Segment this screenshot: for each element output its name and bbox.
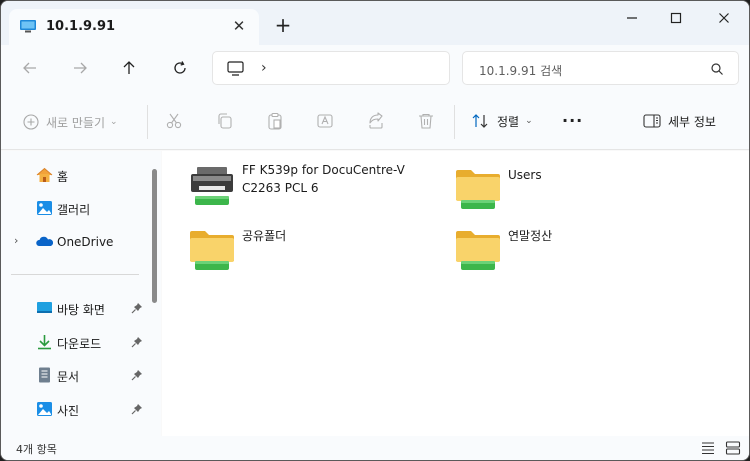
details-pane-icon (643, 114, 661, 128)
onedrive-icon (36, 236, 53, 246)
sidebar-item-label: 갤러리 (57, 203, 91, 217)
up-button[interactable] (118, 57, 140, 79)
details-pane-label: 세부 정보 (668, 114, 716, 129)
sidebar-item-pictures[interactable]: 사진 (1, 397, 151, 421)
details-view-icon[interactable] (700, 440, 716, 456)
tab-close-button[interactable]: ✕ (229, 16, 249, 36)
item-count: 4개 항목 (16, 443, 57, 456)
file-name: 공유폴더 (242, 229, 287, 243)
sort-icon (472, 114, 488, 128)
copy-icon[interactable] (216, 112, 234, 130)
folder-icon (456, 170, 500, 209)
arrow-right-icon (74, 62, 87, 74)
pin-icon[interactable] (131, 369, 143, 381)
pin-icon[interactable] (131, 403, 143, 415)
arrow-up-icon (123, 61, 135, 74)
sidebar-divider (11, 274, 139, 275)
folder-icon (456, 231, 500, 270)
cut-icon[interactable] (165, 112, 183, 130)
sidebar-item-label: OneDrive (57, 235, 114, 249)
details-pane-button[interactable]: 세부 정보 (643, 112, 716, 130)
divider (454, 105, 455, 139)
pin-icon[interactable] (131, 336, 143, 348)
navigation-pane: 홈 갤러리 › OneDrive 바탕 화면 다운로드 문서 사진 (1, 151, 161, 436)
expand-chevron-icon[interactable]: › (14, 234, 18, 247)
sidebar-item-label: 바탕 화면 (57, 303, 105, 317)
refresh-button[interactable] (169, 57, 191, 79)
computer-icon (20, 20, 36, 33)
delete-icon[interactable] (417, 112, 435, 130)
divider (147, 105, 148, 139)
desktop-icon (37, 302, 52, 313)
back-button[interactable] (19, 57, 41, 79)
address-bar[interactable]: › (212, 51, 450, 85)
sidebar-item-home[interactable]: 홈 (1, 163, 151, 187)
home-icon (36, 167, 53, 182)
maximize-icon (670, 12, 682, 24)
sidebar-item-label: 문서 (57, 370, 80, 384)
search-icon (711, 63, 723, 75)
close-icon (719, 13, 729, 23)
gallery-icon (37, 201, 52, 215)
sort-button[interactable]: 정렬 ⌄ (471, 112, 533, 130)
refresh-icon (174, 61, 186, 74)
search-placeholder[interactable]: 10.1.9.91 검색 (479, 62, 562, 79)
sidebar-item-desktop[interactable]: 바탕 화면 (1, 296, 151, 320)
sidebar-item-documents[interactable]: 문서 (1, 363, 151, 387)
sidebar-item-label: 다운로드 (57, 337, 102, 351)
status-bar: 4개 항목 (1, 436, 749, 460)
paste-icon[interactable] (266, 112, 284, 130)
computer-icon (227, 61, 244, 76)
tiles-view-icon[interactable] (725, 440, 741, 456)
file-name: 연말정산 (508, 229, 553, 243)
file-explorer-window: 10.1.9.91 ✕ + › 10.1.9.91 검색 새로 만들기 ⌄ 정렬… (0, 0, 750, 461)
breadcrumb-chevron-icon[interactable]: › (261, 60, 267, 76)
close-window-button[interactable] (713, 9, 735, 27)
minimize-button[interactable] (621, 9, 643, 27)
scrollbar-thumb[interactable] (152, 169, 157, 303)
navigation-bar: › 10.1.9.91 검색 (1, 45, 749, 93)
printer-icon (191, 167, 233, 205)
search-box[interactable]: 10.1.9.91 검색 (462, 51, 739, 85)
sidebar-item-onedrive[interactable]: › OneDrive (1, 230, 151, 254)
file-name: FF K539p for DocuCentre-V C2263 PCL 6 (242, 163, 405, 195)
file-item-folder[interactable]: Users (455, 166, 685, 216)
file-item-folder[interactable]: 공유폴더 (189, 227, 419, 277)
documents-icon (39, 367, 50, 383)
title-bar: 10.1.9.91 ✕ + (1, 1, 749, 45)
maximize-button[interactable] (665, 9, 687, 27)
plus-circle-icon (23, 114, 39, 130)
share-icon[interactable] (367, 112, 385, 130)
download-icon (38, 335, 51, 350)
more-options-button[interactable]: ··· (562, 111, 583, 130)
new-button[interactable]: 새로 만들기 ⌄ (23, 113, 118, 131)
file-name: Users (508, 168, 542, 182)
pin-icon[interactable] (131, 302, 143, 314)
sort-button-label: 정렬 (497, 114, 520, 129)
sidebar-scrollbar[interactable] (149, 151, 161, 436)
forward-button[interactable] (69, 57, 91, 79)
sidebar-item-label: 홈 (57, 170, 69, 184)
minimize-icon (627, 17, 637, 19)
sidebar-item-downloads[interactable]: 다운로드 (1, 330, 151, 354)
new-tab-button[interactable]: + (273, 15, 293, 35)
arrow-left-icon (23, 62, 36, 74)
tab-active[interactable]: 10.1.9.91 ✕ (9, 9, 259, 45)
sidebar-item-label: 사진 (57, 404, 80, 418)
tab-title: 10.1.9.91 (46, 19, 116, 34)
chevron-down-icon: ⌄ (110, 117, 118, 127)
pictures-icon (37, 402, 52, 416)
folder-icon (190, 231, 234, 270)
command-bar: 새로 만들기 ⌄ 정렬 ⌄ ··· 세부 정보 (1, 93, 749, 150)
rename-icon[interactable] (316, 112, 334, 130)
sidebar-item-gallery[interactable]: 갤러리 (1, 196, 151, 220)
file-item-printer[interactable]: FF K539p for DocuCentre-V C2263 PCL 6 (189, 161, 419, 211)
file-list: FF K539p for DocuCentre-V C2263 PCL 6 Us… (162, 151, 749, 436)
file-item-folder[interactable]: 연말정산 (455, 227, 685, 277)
new-button-label: 새로 만들기 (46, 115, 106, 130)
chevron-down-icon: ⌄ (525, 116, 533, 126)
